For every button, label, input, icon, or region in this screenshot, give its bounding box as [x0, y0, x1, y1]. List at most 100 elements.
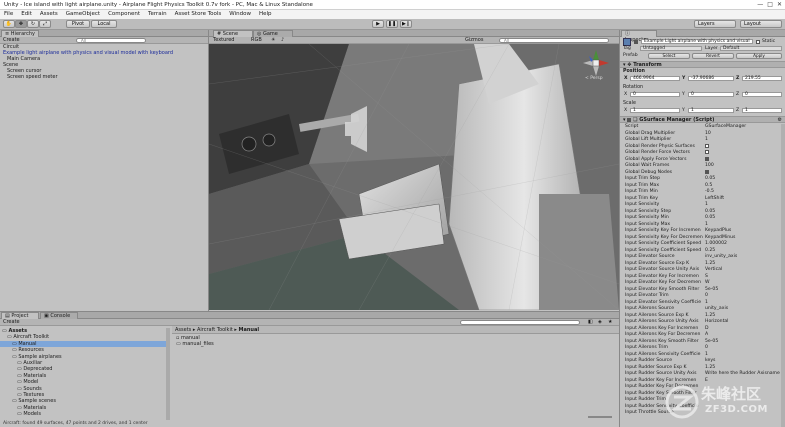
property-checkbox[interactable]: [705, 143, 709, 148]
position-z-field[interactable]: 219.55: [742, 76, 782, 81]
icon-size-slider[interactable]: [588, 416, 612, 418]
project-folder-item[interactable]: ▭ Sample scenes: [0, 398, 166, 404]
rotation-x-field[interactable]: 0: [630, 92, 680, 97]
layer-dropdown[interactable]: Default: [720, 46, 782, 51]
project-folder-item[interactable]: ▭ Assets: [0, 328, 166, 334]
property-label: Input Trim Min: [625, 189, 658, 194]
persp-label[interactable]: < Persp: [585, 76, 603, 81]
script-enabled-checkbox[interactable]: [627, 117, 632, 122]
pivot-toggle[interactable]: Pivot: [66, 20, 90, 28]
script-component-header[interactable]: ▾ ❏ GSurface Manager (Script) ⚙: [620, 116, 785, 123]
menu-component[interactable]: Component: [108, 10, 140, 19]
project-search-input[interactable]: [460, 320, 580, 325]
audio-icon[interactable]: ♪: [281, 37, 284, 44]
hierarchy-create-button[interactable]: Create: [3, 37, 20, 44]
position-y-field[interactable]: -37.90686: [688, 76, 734, 81]
menu-edit[interactable]: Edit: [21, 10, 32, 19]
transform-icon: ✥: [627, 62, 632, 68]
move-tool-button[interactable]: ✥: [15, 20, 27, 28]
gizmos-dropdown[interactable]: Gizmos: [465, 37, 483, 44]
layers-dropdown[interactable]: Layers: [694, 20, 736, 28]
menu-file[interactable]: File: [4, 10, 13, 19]
maximize-button[interactable]: □: [767, 1, 773, 9]
breadcrumb-aircraft-toolkit[interactable]: Aircraft Toolkit: [197, 327, 233, 333]
object-name-field[interactable]: Example Light airplane with physics and …: [641, 39, 753, 44]
local-label: Local: [97, 21, 111, 27]
minimize-button[interactable]: —: [757, 1, 763, 9]
menu-gameobject[interactable]: GameObject: [66, 10, 100, 19]
prefab-apply-button[interactable]: Apply: [736, 53, 782, 59]
menu-window[interactable]: Window: [229, 10, 251, 19]
scale-z-field[interactable]: 1: [742, 108, 782, 113]
tag-label: Tag: [623, 46, 631, 51]
menu-assets[interactable]: Assets: [40, 10, 58, 19]
pause-button[interactable]: ❚❚: [386, 20, 398, 28]
close-button[interactable]: ✕: [777, 1, 782, 9]
transform-header[interactable]: ▾ ✥ Transform: [620, 61, 785, 68]
menu-asset-store-tools[interactable]: Asset Store Tools: [175, 10, 222, 19]
orientation-gizmo[interactable]: < Persp: [581, 48, 611, 82]
step-button[interactable]: ▶❙: [400, 20, 412, 28]
menu-terrain[interactable]: Terrain: [148, 10, 167, 19]
prefab-select-button[interactable]: Select: [648, 53, 690, 59]
project-folder-item[interactable]: ▭ Auxiliar: [0, 360, 166, 366]
file-item-manual-files[interactable]: ▭ manual_files: [176, 341, 214, 347]
rotation-y-field[interactable]: 0: [688, 92, 734, 97]
project-folder-item[interactable]: ▭ Sounds: [0, 386, 166, 392]
scene-toolbar: Textured RGB ☀ ♪ Gizmos All: [209, 37, 619, 44]
favorite-icon[interactable]: ★: [608, 319, 612, 326]
component-settings-gear-icon[interactable]: ⚙: [778, 117, 782, 123]
project-folder-item[interactable]: ▭ Materials: [0, 373, 166, 379]
prefab-revert-button[interactable]: Revert: [692, 53, 734, 59]
scale-x-field[interactable]: 1: [630, 108, 680, 113]
hand-tool-button[interactable]: ✋: [3, 20, 15, 28]
project-folder-label: Aircraft Toolkit: [13, 334, 50, 341]
property-checkbox[interactable]: [705, 156, 709, 161]
rotation-z-field[interactable]: 0: [742, 92, 782, 97]
tab-console[interactable]: ▣ Console: [40, 312, 78, 319]
property-checkbox[interactable]: [705, 150, 709, 154]
tab-scene[interactable]: # Scene: [213, 30, 253, 37]
tab-game[interactable]: ◎ Game: [253, 30, 293, 37]
filter-type-icon[interactable]: ◧: [588, 319, 593, 326]
scene-search-input[interactable]: All: [499, 38, 609, 43]
breadcrumb-assets[interactable]: Assets: [175, 327, 191, 333]
project-folder-item[interactable]: ▭ Aircraft Toolkit: [0, 334, 166, 340]
breadcrumb: Assets ▸ Aircraft Toolkit ▸ Manual: [172, 326, 619, 334]
project-folder-item[interactable]: ▭ Sample airplanes: [0, 354, 166, 360]
tab-inspector[interactable]: ⓘ Inspector: [621, 30, 657, 43]
breadcrumb-manual[interactable]: Manual: [239, 327, 260, 333]
local-toggle[interactable]: Local: [91, 20, 117, 28]
position-x-field[interactable]: 466.9964: [630, 76, 680, 81]
shading-mode-dropdown[interactable]: Textured: [213, 37, 234, 44]
tag-dropdown[interactable]: Untagged: [640, 46, 702, 51]
hierarchy-list: Circuit Example light airplane with physi…: [0, 44, 209, 104]
rotate-tool-button[interactable]: ↻: [27, 20, 39, 28]
menu-help[interactable]: Help: [259, 10, 272, 19]
project-create-button[interactable]: Create: [3, 319, 20, 326]
scene-viewport[interactable]: < Persp: [209, 43, 619, 310]
project-tree-scrollbar[interactable]: [166, 328, 170, 420]
project-folder-item[interactable]: ▭ Deprecated: [0, 366, 166, 372]
layout-dropdown[interactable]: Layout: [740, 20, 782, 28]
project-folder-item[interactable]: ▭ Resources: [0, 347, 166, 353]
active-checkbox[interactable]: [634, 40, 638, 44]
tab-project[interactable]: ▤ Project: [1, 312, 39, 319]
filter-label-icon[interactable]: ◈: [598, 319, 602, 326]
scale-y-field[interactable]: 1: [688, 108, 734, 113]
project-folder-item[interactable]: ▭ Materials: [0, 405, 166, 411]
tab-hierarchy[interactable]: ≡ Hierarchy: [1, 30, 39, 37]
render-mode-dropdown[interactable]: RGB: [251, 37, 262, 44]
static-checkbox[interactable]: [756, 40, 760, 44]
hierarchy-search-input[interactable]: All: [76, 38, 146, 43]
lighting-icon[interactable]: ☀: [271, 37, 275, 44]
project-folder-item[interactable]: ▭ Manual: [0, 340, 166, 347]
project-folder-item[interactable]: ▭ Models: [0, 411, 166, 417]
property-checkbox[interactable]: [705, 169, 709, 174]
project-folder-item[interactable]: ▭ Model: [0, 379, 166, 385]
play-button[interactable]: ▶: [372, 20, 384, 28]
inspector-scrollbar[interactable]: [781, 124, 785, 427]
project-folder-item[interactable]: ▭ Textures: [0, 392, 166, 398]
scale-tool-button[interactable]: ⤢: [39, 20, 51, 28]
hierarchy-item[interactable]: Screen speed meter: [0, 74, 209, 80]
